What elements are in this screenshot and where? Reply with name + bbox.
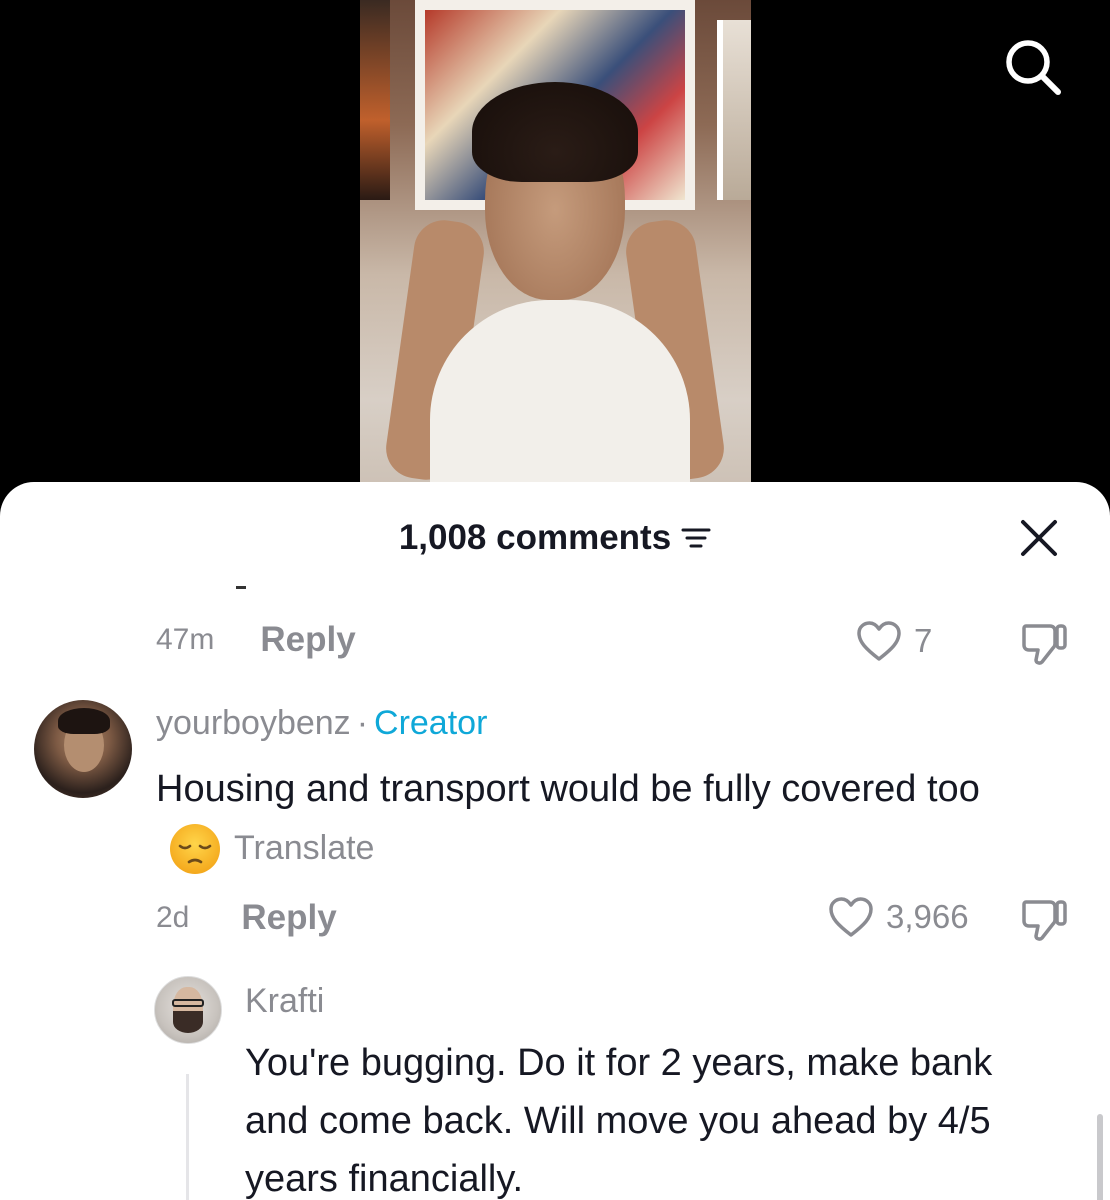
dislike-button[interactable] — [1020, 620, 1068, 671]
comment-body: Housing and transport would be fully cov… — [156, 760, 1056, 877]
comment-text: You're bugging. Do it for 2 years, make … — [245, 1042, 993, 1200]
scrollbar[interactable] — [1097, 1114, 1103, 1200]
close-icon — [1021, 520, 1057, 556]
video-area[interactable] — [0, 0, 1110, 520]
person-hair — [472, 82, 638, 182]
avatar[interactable] — [154, 976, 222, 1044]
like-button[interactable]: 7 — [856, 620, 932, 662]
wall-poster-right — [717, 20, 751, 200]
avatar-beard — [173, 1011, 203, 1033]
truncated-text-fragment — [236, 586, 246, 589]
video-frame[interactable] — [360, 0, 751, 500]
creator-badge: Creator — [374, 704, 488, 742]
comment-text: Housing and transport would be fully cov… — [156, 768, 980, 810]
thumbs-down-icon — [1022, 900, 1067, 941]
previous-comment-meta: 47m Reply — [156, 620, 356, 660]
sort-lines-icon — [681, 528, 711, 548]
heart-outline-icon — [857, 621, 901, 661]
comment-time: 47m — [156, 623, 215, 656]
avatar-glasses — [172, 999, 204, 1007]
heart-outline-icon — [829, 897, 873, 937]
separator: · — [356, 704, 369, 742]
wall-poster-left — [360, 0, 390, 200]
like-button[interactable]: 3,966 — [828, 896, 969, 938]
dislike-button[interactable] — [1020, 896, 1068, 947]
comments-header: 1,008 comments — [0, 482, 1110, 592]
search-icon — [1006, 40, 1061, 95]
username[interactable]: yourboybenz — [156, 704, 351, 742]
reply-button[interactable]: Reply — [260, 620, 355, 660]
comments-count-wrapper: 1,008 comments — [0, 518, 1110, 558]
search-button[interactable] — [1000, 34, 1066, 100]
thumbs-down-icon — [1022, 624, 1067, 665]
comment-meta: 2d Reply — [156, 898, 337, 938]
reply-thread-line — [186, 1074, 189, 1200]
translate-link[interactable]: Translate — [234, 829, 374, 867]
close-button[interactable] — [1015, 514, 1063, 562]
comments-count: 1,008 comments — [398, 518, 672, 557]
avatar[interactable] — [34, 700, 132, 798]
comment-time: 2d — [156, 901, 190, 934]
pensive-face-emoji — [170, 823, 220, 874]
comment-header: yourboybenz · Creator — [156, 704, 487, 743]
like-count: 7 — [914, 622, 933, 659]
reply-button[interactable]: Reply — [241, 898, 336, 938]
avatar-hair — [58, 708, 110, 734]
comments-sheet: 1,008 comments 47m Reply 7 yourboybenz ·… — [0, 482, 1110, 1200]
comments-sort-button[interactable]: 1,008 comments — [399, 518, 711, 558]
like-count: 3,966 — [886, 898, 969, 935]
username[interactable]: Krafti — [245, 982, 324, 1021]
